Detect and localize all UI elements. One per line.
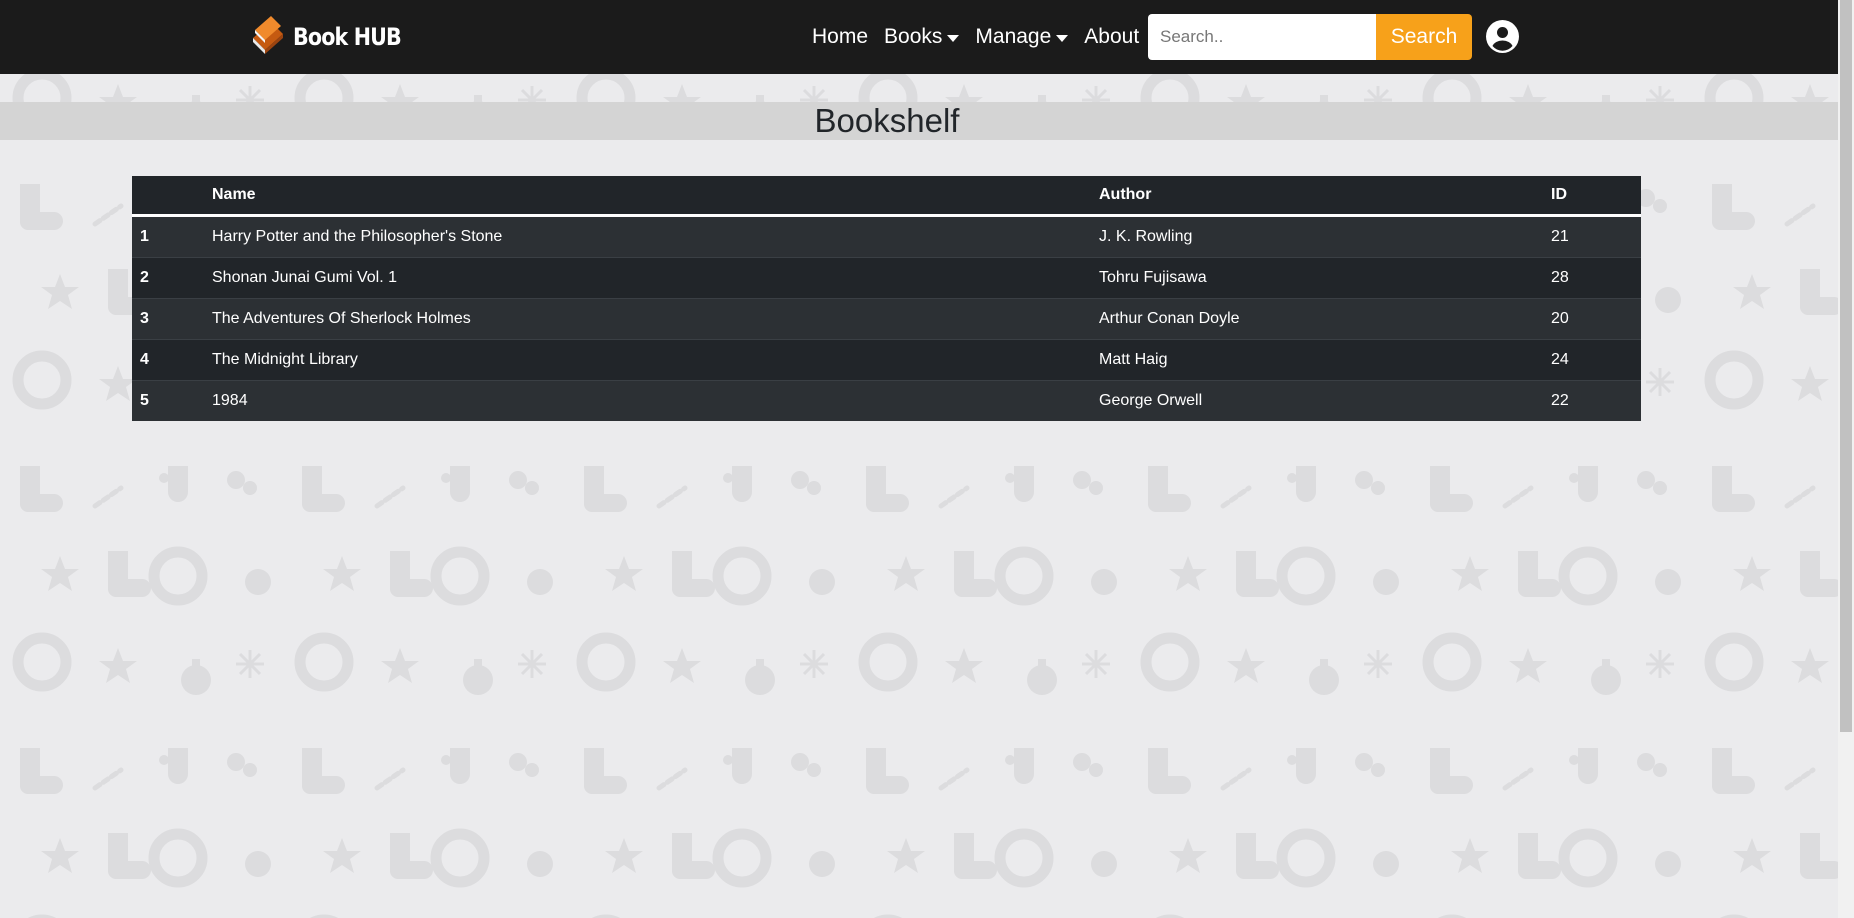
- user-circle-icon[interactable]: [1486, 20, 1519, 53]
- row-number: 3: [132, 298, 204, 340]
- book-author: George Orwell: [1091, 380, 1543, 421]
- table-row: 5 1984 George Orwell 22: [132, 380, 1641, 421]
- row-number: 2: [132, 257, 204, 299]
- brand-logo-link[interactable]: Book HUB: [249, 14, 418, 60]
- search-form: Search: [1148, 14, 1472, 60]
- search-button[interactable]: Search: [1376, 14, 1472, 60]
- book-name: Shonan Junai Gumi Vol. 1: [204, 257, 1091, 299]
- nav-home-label: Home: [812, 25, 869, 48]
- table-row: 1 Harry Potter and the Philosopher's Sto…: [132, 215, 1641, 258]
- caret-down-icon: [947, 34, 960, 42]
- header-number: [132, 176, 204, 217]
- row-number: 5: [132, 380, 204, 421]
- book-id: 22: [1543, 380, 1641, 421]
- scrollbar-thumb[interactable]: [1840, 0, 1852, 732]
- table-row: 2 Shonan Junai Gumi Vol. 1 Tohru Fujisaw…: [132, 257, 1641, 299]
- books-table: Name Author ID 1 Harry Potter and the Ph…: [132, 176, 1641, 421]
- top-navbar: Book HUB Home Books Manage About Search: [0, 0, 1854, 74]
- header-author: Author: [1091, 176, 1543, 217]
- book-name: The Adventures Of Sherlock Holmes: [204, 298, 1091, 340]
- brand-name: Book HUB: [293, 23, 402, 51]
- book-author: J. K. Rowling: [1091, 215, 1543, 258]
- title-banner: Bookshelf: [0, 102, 1838, 140]
- header-name: Name: [204, 176, 1091, 217]
- nav-books-dropdown[interactable]: Books: [884, 25, 960, 49]
- book-id: 28: [1543, 257, 1641, 299]
- book-name: The Midnight Library: [204, 339, 1091, 381]
- row-number: 4: [132, 339, 204, 381]
- nav-home-link[interactable]: Home: [812, 25, 868, 49]
- table-row: 3 The Adventures Of Sherlock Holmes Arth…: [132, 298, 1641, 340]
- table-row: 4 The Midnight Library Matt Haig 24: [132, 339, 1641, 381]
- book-author: Matt Haig: [1091, 339, 1543, 381]
- book-stack-icon: [249, 14, 287, 61]
- table-header-row: Name Author ID: [132, 176, 1641, 217]
- page-scrollbar[interactable]: [1838, 0, 1854, 918]
- book-name: 1984: [204, 380, 1091, 421]
- header-id: ID: [1543, 176, 1641, 217]
- page-title: Bookshelf: [814, 102, 960, 139]
- nav-manage-dropdown[interactable]: Manage: [975, 25, 1069, 49]
- nav-about-link[interactable]: About: [1084, 25, 1139, 49]
- caret-down-icon: [1056, 34, 1069, 42]
- book-id: 20: [1543, 298, 1641, 340]
- nav-manage-label: Manage: [975, 25, 1052, 48]
- nav-books-label: Books: [884, 25, 943, 48]
- book-name: Harry Potter and the Philosopher's Stone: [204, 215, 1091, 258]
- book-id: 24: [1543, 339, 1641, 381]
- nav-about-label: About: [1084, 25, 1140, 48]
- book-author: Arthur Conan Doyle: [1091, 298, 1543, 340]
- row-number: 1: [132, 215, 204, 258]
- book-author: Tohru Fujisawa: [1091, 257, 1543, 299]
- book-id: 21: [1543, 215, 1641, 258]
- search-input[interactable]: [1148, 14, 1376, 60]
- main-nav: Home Books Manage About: [812, 0, 1155, 74]
